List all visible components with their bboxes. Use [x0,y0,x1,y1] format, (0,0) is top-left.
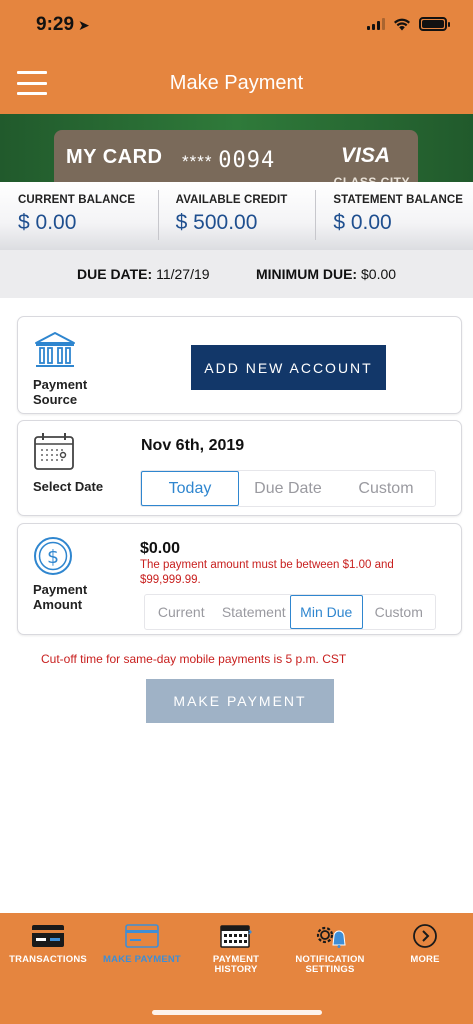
amount-option-statement[interactable]: Statement [218,595,291,629]
available-credit-label: AVAILABLE CREDIT [175,194,288,206]
tab-more[interactable]: MORE [377,923,473,965]
status-time: 9:29 ➤ [36,14,90,36]
status-icons [367,17,450,31]
current-balance-label: CURRENT BALANCE [18,194,136,206]
payment-amount-panel: $ Payment Amount $0.00 The payment amoun… [17,523,462,635]
tab-payment-history-label-2: HISTORY [214,964,258,975]
card-icon [32,925,64,947]
calendar-grid-icon [220,925,252,948]
date-option-today[interactable]: Today [141,471,239,506]
payment-amount-label: Payment Amount [33,582,87,612]
tab-notification-settings[interactable]: NOTIFICATION SETTINGS [282,923,378,975]
credit-card-image[interactable]: MY CARD **** 0094 VISA CLASS CITY [54,130,418,184]
card-banner: MY CARD **** 0094 VISA CLASS CITY [0,114,473,184]
home-indicator[interactable] [152,1010,322,1015]
calendar-icon [34,433,74,470]
tab-transactions[interactable]: TRANSACTIONS [0,923,96,965]
payment-amount-label-line1: Payment [33,582,88,597]
clock-text: 9:29 [36,14,75,35]
page-title: Make Payment [169,72,304,94]
amount-option-current[interactable]: Current [145,595,218,629]
available-credit-value: $ 500.00 [175,211,258,234]
tab-notification-settings-label-2: SETTINGS [305,964,355,975]
statement-balance-label: STATEMENT BALANCE [333,194,464,206]
select-date-label: Select Date [33,479,104,494]
payment-source-label: Payment Source [33,377,87,407]
minimum-due: MINIMUM DUE: $0.00 [256,266,396,282]
tab-make-payment[interactable]: MAKE PAYMENT [94,923,190,965]
due-info-bar: DUE DATE: 11/27/19 MINIMUM DUE: $0.00 [0,250,473,298]
amount-option-selector: Current Statement Min Due Custom [144,594,436,630]
payment-source-label-line1: Payment [33,377,88,392]
current-balance: CURRENT BALANCE $ 0.00 [0,182,158,250]
balance-summary: CURRENT BALANCE $ 0.00 AVAILABLE CREDIT … [0,182,473,250]
nav-bar: Make Payment [0,52,473,114]
gear-bell-icon [316,926,346,948]
payment-source-label-line2: Source [33,392,78,407]
battery-icon [419,17,450,31]
card-number-mask: **** [182,152,213,171]
statement-balance-value: $ 0.00 [333,211,392,234]
tab-transactions-label: TRANSACTIONS [9,954,87,965]
make-payment-button[interactable]: MAKE PAYMENT [146,679,334,723]
due-date-label: DUE DATE: [77,266,153,282]
cutoff-notice: Cut-off time for same-day mobile payment… [41,652,347,666]
card-last4: 0094 [218,148,276,173]
visa-logo: VISA [340,144,390,167]
payment-amount-value[interactable]: $0.00 [140,540,180,558]
cellular-signal-icon [367,18,385,30]
select-date-panel: Select Date Nov 6th, 2019 Today Due Date… [17,420,462,516]
date-option-due-date[interactable]: Due Date [239,471,337,506]
card-number: **** 0094 [182,148,275,173]
available-credit: AVAILABLE CREDIT $ 500.00 [157,182,316,250]
tab-payment-history[interactable]: PAYMENT HISTORY [188,923,284,975]
svg-text:$: $ [47,546,59,568]
current-balance-value: $ 0.00 [18,211,77,234]
bottom-tab-bar: TRANSACTIONS MAKE PAYMENT PAYMENT HISTOR… [0,913,473,1024]
date-option-selector: Today Due Date Custom [140,470,436,507]
amount-option-custom[interactable]: Custom [363,595,436,629]
payment-amount-error: The payment amount must be between $1.00… [140,559,394,586]
due-date: DUE DATE: 11/27/19 [77,266,210,282]
card-name: MY CARD [66,146,163,168]
wifi-icon [394,18,410,30]
dollar-circle-icon: $ [34,537,72,575]
selected-date: Nov 6th, 2019 [141,437,245,454]
amount-option-min-due[interactable]: Min Due [290,595,363,629]
payment-source-panel: Payment Source ADD NEW ACCOUNT [17,316,462,414]
due-date-value: 11/27/19 [156,266,210,282]
tab-make-payment-label: MAKE PAYMENT [103,954,181,965]
payment-amount-label-line2: Amount [33,597,83,612]
chevron-circle-icon [413,924,437,948]
add-new-account-button[interactable]: ADD NEW ACCOUNT [191,345,386,390]
location-arrow-icon: ➤ [78,17,90,33]
status-bar: 9:29 ➤ [0,0,473,52]
minimum-due-label: MINIMUM DUE: [256,266,358,282]
tab-more-label: MORE [410,954,440,965]
statement-balance: STATEMENT BALANCE $ 0.00 [315,182,473,250]
card-outline-icon [125,924,159,948]
minimum-due-value: $0.00 [361,266,397,282]
bank-icon [35,332,75,367]
date-option-custom[interactable]: Custom [337,471,435,506]
